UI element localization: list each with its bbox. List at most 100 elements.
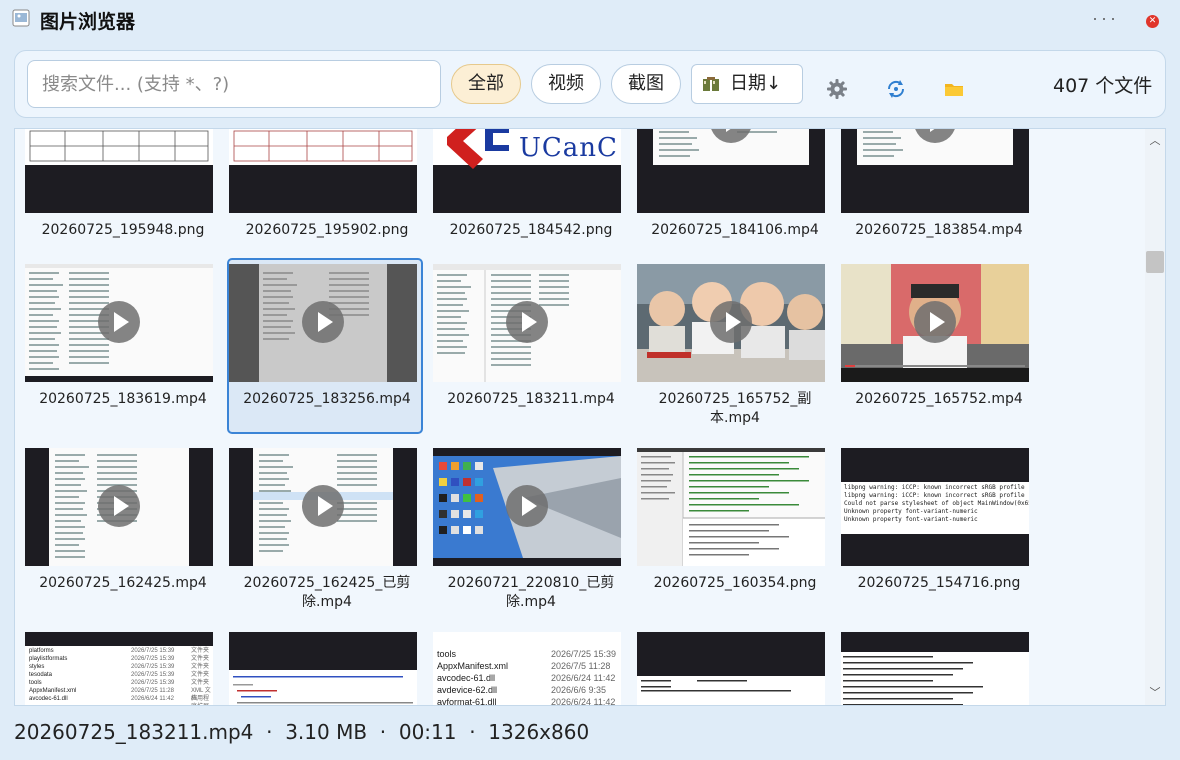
thumbnail — [229, 632, 417, 705]
play-icon — [710, 301, 752, 343]
thumbnail — [229, 129, 417, 213]
file-name: 20260725_184106.mp4 — [651, 222, 819, 238]
listing-name: avformat-61.dll — [437, 697, 497, 706]
app-icon — [12, 9, 30, 27]
title-bar: 图片浏览器 ✕ — [0, 0, 1180, 42]
listing-name: tesodata — [29, 672, 53, 678]
listing-date: 2026/7/25 15:39 — [551, 649, 617, 659]
vertical-scrollbar[interactable]: ︿ ﹀ — [1145, 129, 1165, 705]
play-icon — [302, 485, 344, 527]
explorer-listing: platforms 2026/7/25 15:39 文件夹 playlistform… — [27, 647, 213, 705]
status-bar: 20260725_183211.mp4 · 3.10 MB · 00:11 · … — [14, 720, 590, 744]
console-output: libpng warning: iCCP: known incorrect sR… — [841, 482, 1029, 534]
console-line: Unknown property font-variant-numeric — [844, 516, 978, 523]
file-name: 20260725_162425.mp4 — [39, 575, 207, 591]
sort-icon — [703, 77, 719, 91]
file-name: 20260725_165752.mp4 — [855, 391, 1023, 407]
listing-date: 2026/7/5 11:28 — [551, 661, 611, 671]
listing-kind: 文件夹 — [191, 664, 210, 670]
thumbnail: libpng warning: iCCP: known incorrect sR… — [841, 448, 1029, 566]
thumbnail — [229, 448, 417, 566]
listing-date: 2026/6/24 11:42 — [551, 673, 616, 683]
filter-all-button[interactable]: 全部 — [451, 64, 521, 104]
listing-kind: 文件夹 — [191, 648, 210, 654]
thumbnail — [637, 129, 825, 213]
thumbnail — [25, 448, 213, 566]
play-icon — [506, 485, 548, 527]
file-name: 20260725_154716.png — [857, 575, 1021, 591]
scrollbar-thumb[interactable] — [1146, 251, 1164, 273]
file-name: 20260725_184542.png — [449, 222, 613, 238]
listing-date: 2026/7/25 15:39 — [131, 656, 175, 662]
thumbnail — [433, 448, 621, 566]
listing-date: 2026/7/25 15:39 — [131, 648, 175, 654]
thumbnail — [25, 264, 213, 382]
sort-label: 日期↓ — [730, 73, 782, 94]
folder-icon[interactable] — [943, 78, 965, 100]
play-icon — [914, 301, 956, 343]
file-name: 20260725_183256.mp4 — [243, 391, 411, 407]
refresh-icon[interactable] — [885, 78, 907, 100]
listing-name: tools — [437, 649, 457, 659]
thumbnail — [841, 129, 1029, 213]
close-button[interactable]: ✕ — [1146, 15, 1159, 28]
thumbnail: platforms 2026/7/25 15:39 文件夹 playlistform… — [25, 632, 213, 705]
listing-name: styles — [29, 664, 45, 670]
listing-name: avcodec-61.dll — [29, 696, 68, 702]
listing-date: 2026/7/25 11:28 — [131, 688, 174, 694]
listing-kind: 文件夹 — [191, 680, 210, 686]
window-menu-icon[interactable] — [1094, 18, 1114, 22]
play-icon — [98, 301, 140, 343]
listing-date: 2026/6/24 11:42 — [551, 697, 616, 706]
thumbnail: UCanC — [433, 129, 621, 213]
thumbnail — [637, 448, 825, 566]
thumbnail — [637, 264, 825, 382]
file-name: 20260725_183619.mp4 — [39, 391, 207, 407]
file-name: 20260725_183211.mp4 — [447, 391, 615, 407]
listing-date: 2026/7/25 15:39 — [131, 680, 175, 686]
scroll-up-icon[interactable]: ︿ — [1145, 133, 1165, 149]
file-name: 20260725_195902.png — [245, 222, 409, 238]
listing-date: 2026/7/25 15:39 — [131, 672, 175, 678]
thumbnail-grid: 20260725_195948.png 20260725_195902.png — [15, 129, 1145, 706]
console-line: Unknown property font-variant-numeric — [844, 508, 978, 515]
filter-video-button[interactable]: 视频 — [531, 64, 601, 104]
settings-gear-icon[interactable] — [826, 78, 848, 100]
listing-date: 2026/6/6 9:35 — [551, 685, 607, 695]
logo-text: UCanC — [519, 133, 618, 163]
sort-by-date-button[interactable]: 日期↓ — [691, 64, 803, 104]
listing-name: AppxManifest.xml — [29, 688, 77, 694]
file-count: 407 个文件 — [1053, 75, 1153, 97]
file-name: 20260721_220810_已剪除.mp4 — [447, 575, 615, 610]
listing-kind: 应用程序扩展 — [191, 696, 210, 705]
play-icon — [302, 301, 344, 343]
console-line: libpng warning: iCCP: known incorrect sR… — [844, 484, 1025, 491]
play-icon — [506, 301, 548, 343]
scroll-down-icon[interactable]: ﹀ — [1145, 685, 1165, 701]
toolbar: 全部 视频 截图 日期↓ — [14, 50, 1166, 118]
listing-kind: 文件夹 — [191, 656, 210, 662]
listing-name: avcodec-61.dll — [437, 673, 496, 683]
listing-date: 2026/6/24 11:42 — [131, 696, 174, 702]
console-line: Could not parse stylesheet of object Mai… — [844, 500, 1029, 507]
thumbnail — [841, 264, 1029, 382]
thumbnail — [637, 632, 825, 705]
listing-kind: 文件夹 — [191, 672, 210, 678]
app-title: 图片浏览器 — [40, 11, 136, 33]
thumbnail — [229, 264, 417, 382]
thumbnail: tools 2026/7/25 15:39 AppxManifest.xml 202… — [433, 632, 621, 706]
listing-name: tools — [29, 680, 42, 686]
file-name: 20260725_162425_已剪除.mp4 — [243, 575, 411, 610]
file-name: 20260725_195948.png — [41, 222, 205, 238]
search-input[interactable] — [27, 60, 441, 108]
file-name: 20260725_165752_副本.mp4 — [658, 391, 812, 426]
listing-name: avdevice-62.dll — [437, 685, 498, 695]
file-name: 20260725_160354.png — [653, 575, 817, 591]
console-line: libpng warning: iCCP: known incorrect sR… — [844, 492, 1025, 499]
filter-screenshot-button[interactable]: 截图 — [611, 64, 681, 104]
listing-name: playlistformats — [29, 656, 68, 662]
file-name: 20260725_183854.mp4 — [855, 222, 1023, 238]
listing-name: platforms — [29, 648, 54, 654]
thumbnail — [25, 129, 213, 213]
play-icon — [98, 485, 140, 527]
